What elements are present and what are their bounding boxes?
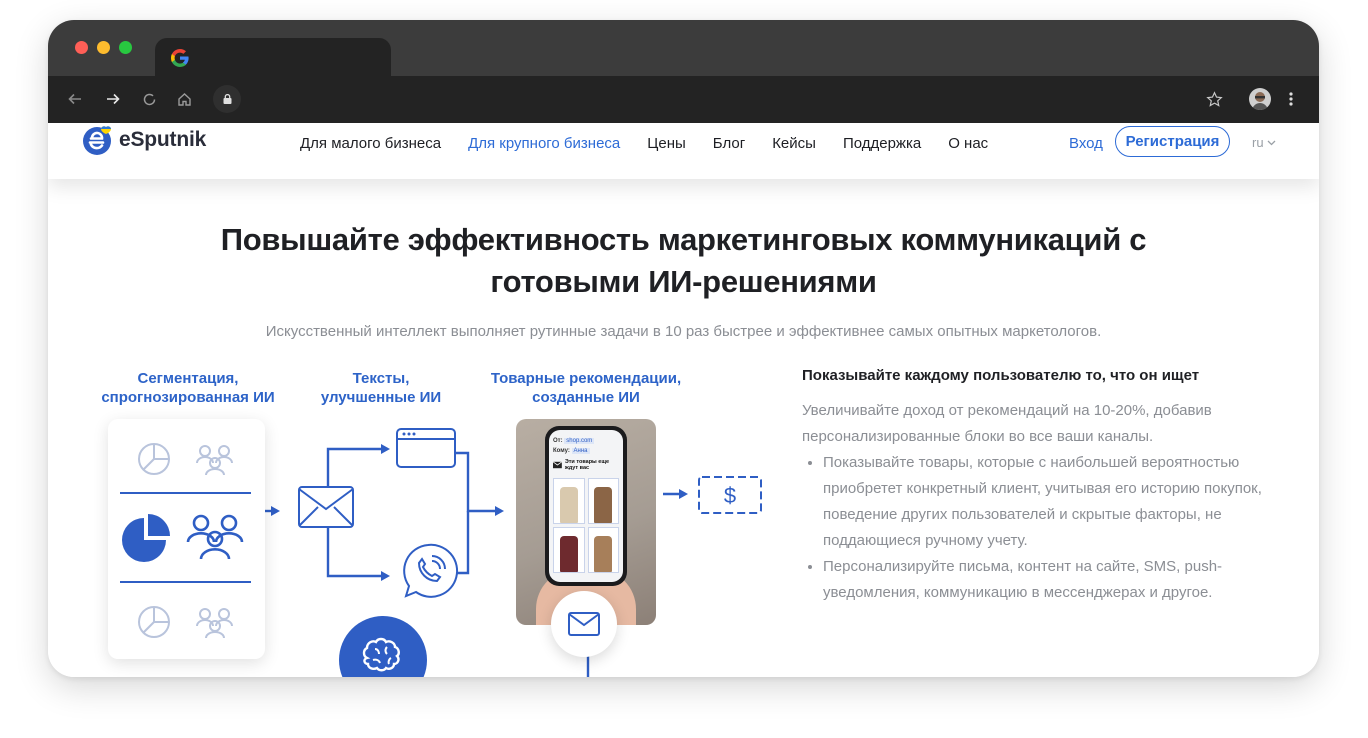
email-from-value: shop.com [564, 438, 595, 444]
pie-chart-icon-light-2 [138, 606, 170, 638]
feature-bullets: Показывайте товары, которые с наибольшей… [802, 450, 1262, 606]
nav-item-small-business[interactable]: Для малого бизнеса [300, 133, 441, 155]
feature-title: Показывайте каждому пользователю то, что… [802, 367, 1200, 384]
product-card [587, 527, 619, 573]
tab-strip [48, 20, 1319, 76]
language-select[interactable]: ru [1252, 135, 1276, 150]
browser-window-icon [396, 428, 456, 468]
dollar-sign: $ [724, 483, 736, 508]
pie-chart-icon-light-1 [138, 443, 170, 475]
feature-text: Увеличивайте доход от рекомендаций на 10… [802, 402, 1212, 445]
email-from: От: shop.com [553, 438, 595, 444]
smartphone: От: shop.com Кому: Анна Эти товары еще ж… [545, 426, 627, 586]
segmentation-card [108, 419, 265, 659]
esputnik-logo-icon [83, 126, 111, 155]
site-header: eSputnik Для малого бизнеса Для крупного… [48, 123, 1319, 179]
nav-item-about[interactable]: О нас [948, 133, 988, 155]
nav-item-support[interactable]: Поддержка [843, 133, 921, 155]
browser-tab[interactable] [155, 38, 391, 76]
home-icon[interactable] [173, 88, 195, 110]
register-button[interactable]: Регистрация [1115, 126, 1230, 157]
feature-block: Показывайте каждому пользователю то, что… [802, 366, 1262, 606]
web-page: eSputnik Для малого бизнеса Для крупного… [48, 123, 1319, 677]
site-logo[interactable]: eSputnik [81, 124, 206, 156]
window-controls [75, 41, 132, 54]
email-subject: Эти товары еще ждут вас [553, 459, 621, 471]
pie-chart-icon-bold [122, 514, 170, 562]
minimize-window-button[interactable] [97, 41, 110, 54]
more-vert-icon[interactable] [1280, 88, 1302, 110]
google-g-icon [171, 49, 189, 67]
login-link[interactable]: Вход [1069, 133, 1103, 155]
list-item: Показывайте товары, которые с наибольшей… [823, 450, 1262, 554]
star-icon[interactable] [1203, 88, 1225, 110]
back-arrow-icon[interactable] [64, 88, 86, 110]
product-grid [553, 478, 619, 573]
email-from-label: От: [553, 438, 563, 444]
envelope-icon [298, 486, 354, 528]
nav-item-cases[interactable]: Кейсы [772, 133, 816, 155]
email-message: Эти товары еще ждут вас [564, 459, 610, 471]
email-to-value: Анна [571, 448, 590, 454]
users-group-icon-light-1 [196, 445, 233, 476]
envelope-icon [568, 612, 600, 636]
segment-rows [120, 443, 251, 639]
users-group-icon-light-2 [196, 608, 233, 639]
language-label: ru [1252, 135, 1264, 150]
lock-icon[interactable] [213, 85, 241, 113]
smartphone-screen: От: shop.com Кому: Анна Эти товары еще ж… [549, 430, 623, 582]
product-card [553, 478, 585, 524]
brain-ai-icon [339, 616, 427, 677]
nav-item-enterprise[interactable]: Для крупного бизнеса [468, 133, 620, 155]
maximize-window-button[interactable] [119, 41, 132, 54]
browser-window: eSputnik Для малого бизнеса Для крупного… [48, 20, 1319, 677]
main-nav: Для малого бизнеса Для крупного бизнеса … [300, 133, 1015, 155]
viber-icon [403, 543, 459, 598]
avatar[interactable] [1249, 88, 1271, 110]
forward-arrow-icon[interactable] [102, 88, 124, 110]
brain-icon [362, 637, 400, 672]
reload-icon[interactable] [138, 88, 160, 110]
close-window-button[interactable] [75, 41, 88, 54]
email-to: Кому: Анна [553, 448, 590, 454]
mail-icon [553, 461, 562, 469]
email-to-label: Кому: [553, 448, 570, 454]
list-item: Персонализируйте письма, контент на сайт… [823, 554, 1262, 606]
chevron-down-icon [1267, 140, 1276, 145]
nav-item-pricing[interactable]: Цены [647, 133, 686, 155]
nav-item-blog[interactable]: Блог [713, 133, 745, 155]
mail-circle-icon [551, 591, 617, 657]
browser-toolbar [48, 76, 1319, 123]
product-card [587, 478, 619, 524]
product-card [553, 527, 585, 573]
logo-text: eSputnik [119, 128, 207, 151]
users-group-icon-bold [186, 514, 244, 560]
